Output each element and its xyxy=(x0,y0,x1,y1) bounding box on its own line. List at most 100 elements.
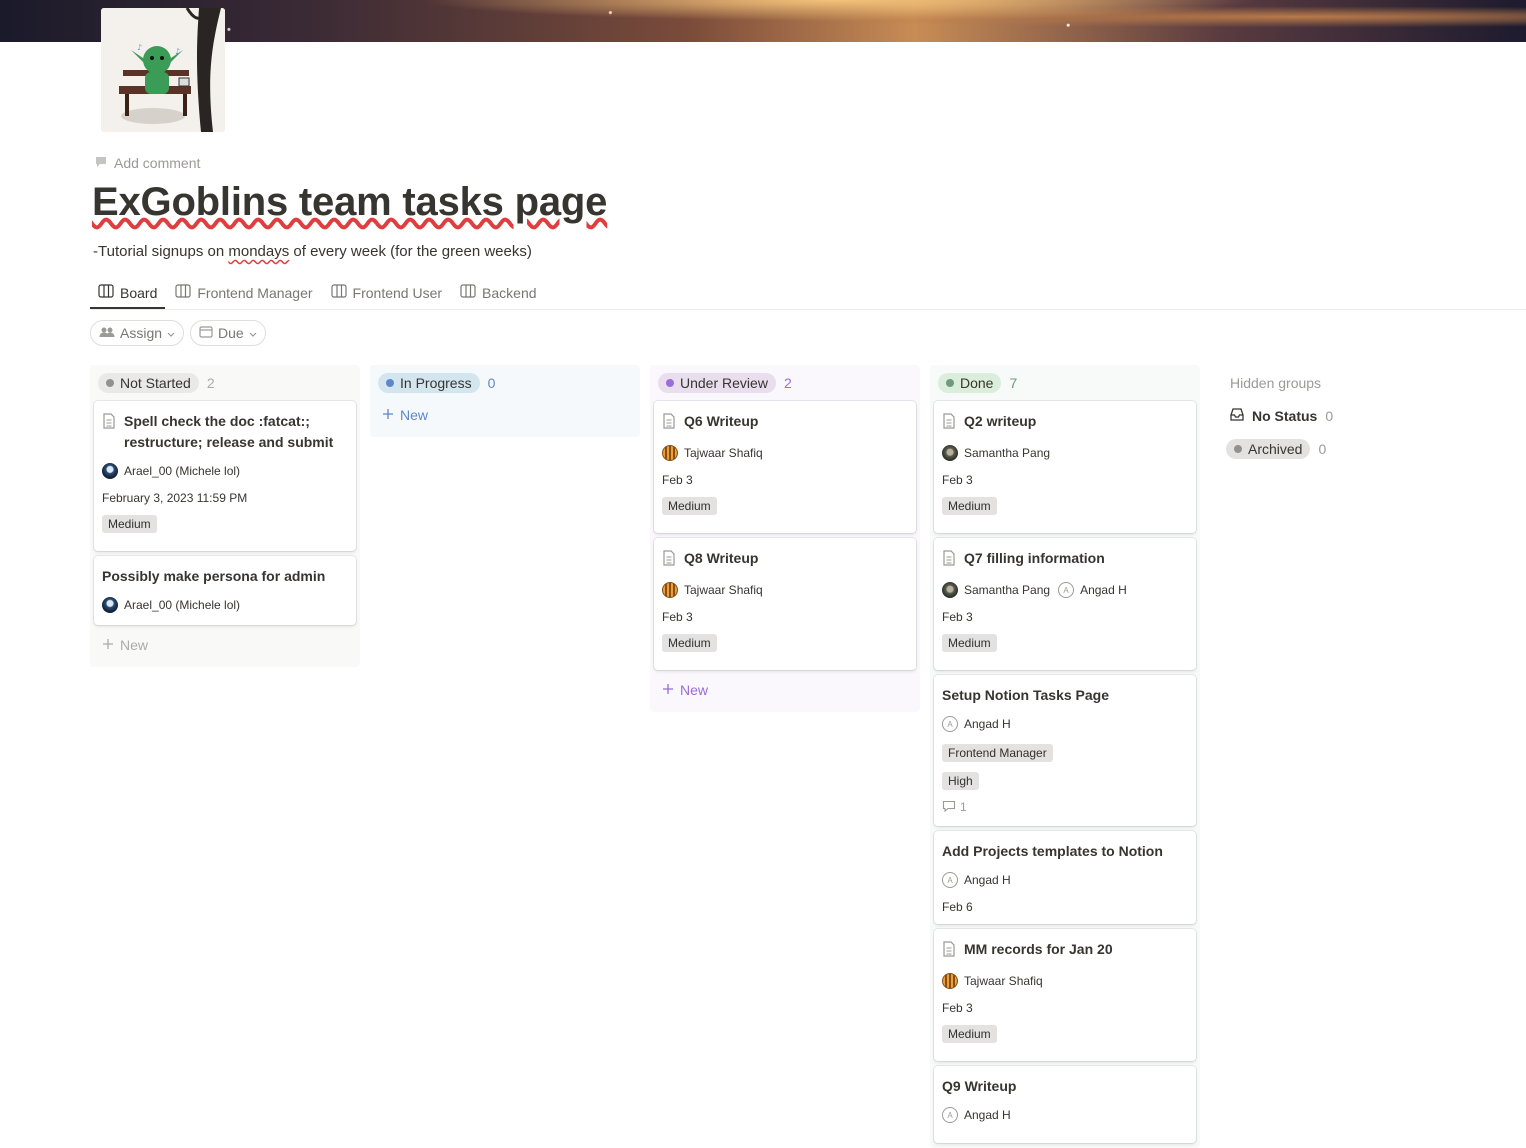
priority-tag: Medium xyxy=(942,634,997,652)
page-title[interactable]: ExGoblins team tasks page xyxy=(92,180,607,225)
chevron-down-icon xyxy=(167,325,175,341)
assignee-name: Samantha Pang xyxy=(964,446,1051,460)
task-card[interactable]: Spell check the doc :fatcat:; restructur… xyxy=(94,401,356,551)
task-card[interactable]: Setup Notion Tasks Page A Angad H Fronte… xyxy=(934,675,1196,826)
column-count: 2 xyxy=(783,375,792,391)
comment-icon xyxy=(94,155,108,172)
tab-frontend-manager[interactable]: Frontend Manager xyxy=(167,277,320,308)
card-title: Add Projects templates to Notion xyxy=(942,841,1188,862)
column-header[interactable]: In Progress 0 xyxy=(378,373,636,393)
card-title: Q8 Writeup xyxy=(662,548,908,572)
add-comment-label: Add comment xyxy=(114,155,201,171)
card-title: Spell check the doc :fatcat:; restructur… xyxy=(102,411,348,453)
card-title-text: Possibly make persona for admin xyxy=(102,568,326,584)
document-icon xyxy=(662,550,676,572)
card-title-text: Q8 Writeup xyxy=(684,550,759,566)
new-card-button[interactable]: New xyxy=(654,676,916,704)
priority-tag: Medium xyxy=(942,497,997,515)
assignee-row: A Angad H xyxy=(942,1105,1188,1125)
due-filter[interactable]: Due xyxy=(190,320,266,346)
add-comment-button[interactable]: Add comment xyxy=(94,154,200,172)
assignee-row: Tajwaar Shafiq xyxy=(942,971,1188,991)
status-dot xyxy=(386,379,394,387)
chevron-down-icon xyxy=(249,325,257,341)
task-card[interactable]: Q9 Writeup A Angad H xyxy=(934,1066,1196,1143)
tab-label: Frontend User xyxy=(352,284,443,301)
card-title-text: Q6 Writeup xyxy=(684,413,759,429)
task-card[interactable]: Possibly make persona for admin Arael_00… xyxy=(94,556,356,625)
board-icon xyxy=(175,284,191,301)
column-count: 7 xyxy=(1009,375,1018,391)
due-date: Feb 6 xyxy=(942,900,973,914)
priority-tag: Medium xyxy=(102,515,157,533)
plus-icon xyxy=(382,407,394,423)
assignee: Tajwaar Shafiq xyxy=(942,973,1043,989)
assignee-row: Samantha Pang xyxy=(942,443,1188,463)
assignee-name: Angad H xyxy=(964,873,1011,887)
page-description[interactable]: -Tutorial signups on mondays of every we… xyxy=(93,243,532,260)
column-header[interactable]: Done 7 xyxy=(938,373,1196,393)
team-tag: Frontend Manager xyxy=(942,744,1053,762)
avatar: A xyxy=(942,716,958,732)
priority-tag: Medium xyxy=(662,497,717,515)
task-card[interactable]: Q8 Writeup Tajwaar Shafiq Feb 3 Medium xyxy=(654,538,916,670)
due-date: Feb 3 xyxy=(942,473,973,487)
group-label: Archived xyxy=(1248,441,1303,457)
status-label: Not Started xyxy=(120,375,191,391)
assignee: Arael_00 (Michele lol) xyxy=(102,463,240,479)
avatar xyxy=(942,973,958,989)
group-label: No Status xyxy=(1252,408,1318,424)
new-card-button[interactable]: New xyxy=(94,631,356,659)
filter-bar: Assign Due xyxy=(90,320,266,346)
status-pill: Under Review xyxy=(658,373,776,393)
assign-filter[interactable]: Assign xyxy=(90,320,185,346)
task-card[interactable]: Q7 filling information Samantha Pang A A… xyxy=(934,538,1196,670)
status-dot xyxy=(666,379,674,387)
hidden-group-archived[interactable]: Archived 0 xyxy=(1226,438,1426,460)
hidden-group-no-status[interactable]: No Status 0 xyxy=(1230,405,1426,427)
tab-board[interactable]: Board xyxy=(90,277,166,309)
goblin-page-icon[interactable]: ♪ ♪ xyxy=(101,8,225,132)
tab-frontend-user[interactable]: Frontend User xyxy=(323,277,450,308)
assignee-name: Angad H xyxy=(964,717,1011,731)
description-prefix: -Tutorial signups on xyxy=(93,243,229,260)
assignee-row: A Angad H xyxy=(942,870,1188,890)
column-header[interactable]: Under Review 2 xyxy=(658,373,916,393)
assignee-name: Samantha Pang xyxy=(964,583,1051,597)
new-card-button[interactable]: New xyxy=(374,401,636,429)
assignee-row: Tajwaar Shafiq xyxy=(662,580,908,600)
card-title: Q2 writeup xyxy=(942,411,1188,435)
tab-label: Backend xyxy=(482,284,537,301)
assignee-name: Arael_00 (Michele lol) xyxy=(124,598,241,612)
tab-label: Frontend Manager xyxy=(197,284,313,301)
svg-text:♪: ♪ xyxy=(137,43,142,52)
status-dot xyxy=(106,379,114,387)
card-title-text: Q7 filling information xyxy=(964,550,1105,566)
assignee: Tajwaar Shafiq xyxy=(662,582,763,598)
column-under-review: Under Review 2 Q6 Writeup Tajwaar Shafiq… xyxy=(650,365,920,712)
assignee-name: Tajwaar Shafiq xyxy=(684,446,763,460)
assignee: Samantha Pang xyxy=(942,582,1050,598)
card-title-text: MM records for Jan 20 xyxy=(964,941,1113,957)
due-date: Feb 3 xyxy=(942,610,973,624)
card-title: Q7 filling information xyxy=(942,548,1188,572)
column-header[interactable]: Not Started 2 xyxy=(98,373,356,393)
card-title: MM records for Jan 20 xyxy=(942,939,1188,963)
task-card[interactable]: Q2 writeup Samantha Pang Feb 3 Medium xyxy=(934,401,1196,533)
status-dot xyxy=(946,379,954,387)
title-text: ExGoblins team tasks page xyxy=(92,180,608,224)
tab-backend[interactable]: Backend xyxy=(452,277,544,308)
priority-tag: High xyxy=(942,772,979,790)
due-label: Due xyxy=(218,325,244,341)
assignee: A Angad H xyxy=(942,872,1011,888)
due-date: February 3, 2023 11:59 PM xyxy=(102,491,248,505)
assignee-name: Angad H xyxy=(1080,583,1127,597)
task-card[interactable]: MM records for Jan 20 Tajwaar Shafiq Feb… xyxy=(934,929,1196,1061)
column-done: Done 7 Q2 writeup Samantha Pang Feb 3 Me… xyxy=(930,365,1200,1148)
task-card[interactable]: Q6 Writeup Tajwaar Shafiq Feb 3 Medium xyxy=(654,401,916,533)
cover-image[interactable] xyxy=(0,0,1526,42)
description-suffix: of every week (for the green weeks) xyxy=(289,243,532,260)
assignee: Tajwaar Shafiq xyxy=(662,445,763,461)
task-card[interactable]: Add Projects templates to Notion A Angad… xyxy=(934,831,1196,924)
column-in-progress: In Progress 0 New xyxy=(370,365,640,437)
